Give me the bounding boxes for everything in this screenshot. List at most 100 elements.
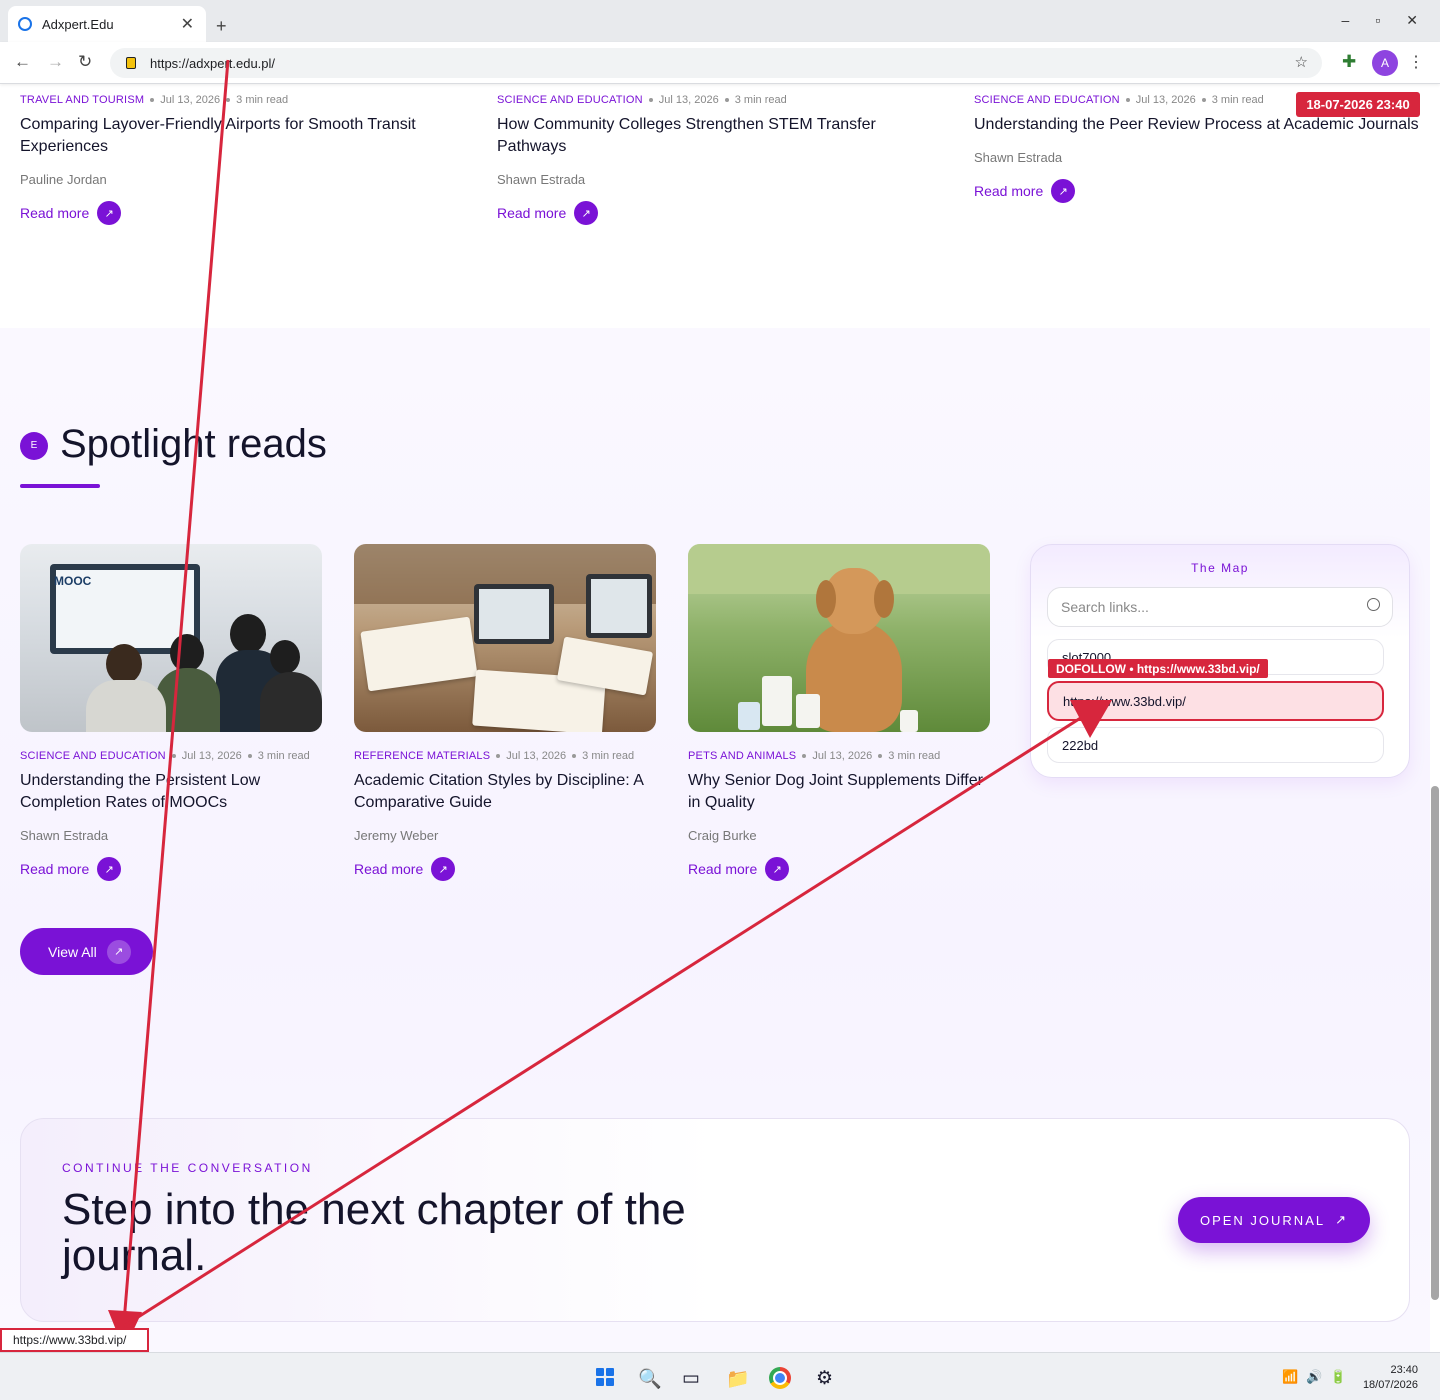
view-all-label: View All (48, 943, 97, 960)
task-view-icon[interactable]: ▭ (682, 1367, 700, 1390)
article-author: Shawn Estrada (497, 172, 586, 187)
chrome-icon[interactable] (769, 1367, 791, 1389)
folder-icon[interactable]: 📁 (726, 1367, 750, 1391)
category-link[interactable]: PETS AND ANIMALS (688, 750, 796, 762)
meta-separator (496, 754, 501, 758)
lock-icon[interactable] (126, 57, 136, 69)
article-date: Jul 13, 2026 (1135, 94, 1196, 106)
category-link[interactable]: REFERENCE MATERIALS (354, 750, 490, 762)
browser-toolbar: ← → ↻ https://adxpert.edu.pl/ ☆ ✚ A ⋮ (0, 42, 1440, 84)
search-icon[interactable]: 🔍 (638, 1367, 662, 1391)
meta-separator (226, 98, 231, 102)
article-title[interactable]: Understanding the Persistent Low Complet… (20, 770, 322, 814)
spotlight-card: PETS AND ANIMALS Jul 13, 2026 3 min read… (688, 544, 990, 881)
network-icon[interactable]: 📶 (1282, 1369, 1298, 1385)
article-meta: REFERENCE MATERIALS Jul 13, 2026 3 min r… (354, 750, 656, 762)
read-time: 3 min read (582, 750, 635, 762)
category-link[interactable]: SCIENCE AND EDUCATION (20, 750, 166, 762)
clock[interactable]: 23:40 18/07/2026 (1363, 1363, 1418, 1393)
article-author: Jeremy Weber (354, 828, 439, 843)
battery-icon[interactable]: 🔋 (1330, 1369, 1346, 1385)
books-laptops-image[interactable] (354, 544, 656, 732)
article-date: Jul 13, 2026 (658, 94, 719, 106)
read-more-label: Read more (497, 205, 567, 221)
close-tab-icon[interactable]: ✕ (181, 14, 194, 34)
article-title[interactable]: How Community Colleges Strengthen STEM T… (497, 114, 937, 158)
read-time: 3 min read (734, 94, 787, 106)
golden-retriever-image[interactable] (688, 544, 990, 732)
search-icon[interactable] (1367, 598, 1380, 611)
profile-avatar[interactable]: A (1372, 50, 1398, 76)
clock-date: 18/07/2026 (1362, 1379, 1418, 1391)
section-title: Spotlight reads (60, 422, 327, 466)
read-more-label: Read more (974, 183, 1044, 199)
article-title[interactable]: Understanding the Peer Review Process at… (974, 114, 1424, 136)
read-more-link[interactable]: Read more ↗ (688, 857, 990, 881)
page-scrollbar[interactable] (1431, 786, 1439, 1300)
back-button[interactable]: ← (14, 52, 31, 72)
article-author: Craig Burke (688, 828, 757, 843)
new-tab-button[interactable]: + (216, 16, 227, 37)
section-badge: E (20, 432, 48, 460)
volume-icon[interactable]: 🔊 (1306, 1369, 1322, 1385)
map-link-item[interactable]: 222bd (1047, 727, 1384, 763)
clock-time: 23:40 (1390, 1364, 1418, 1376)
extension-puzzle-icon[interactable]: ✚ (1342, 52, 1356, 72)
bookmark-star-icon[interactable]: ☆ (1295, 53, 1308, 71)
reload-button[interactable]: ↻ (78, 52, 92, 72)
article-meta: TRAVEL AND TOURISM Jul 13, 2026 3 min re… (20, 94, 460, 106)
address-bar[interactable]: https://adxpert.edu.pl/ ☆ (110, 48, 1322, 78)
globe-icon (18, 17, 32, 31)
article-title[interactable]: Comparing Layover-Friendly Airports for … (20, 114, 460, 158)
article-date: Jul 13, 2026 (812, 750, 873, 762)
url-text: https://adxpert.edu.pl/ (150, 55, 276, 71)
meta-separator (878, 754, 883, 758)
article-title[interactable]: Why Senior Dog Joint Supplements Differ … (688, 770, 990, 814)
open-journal-label: OPEN JOURNAL (1199, 1212, 1326, 1228)
meta-separator (724, 98, 729, 102)
close-window-button[interactable]: ✕ (1406, 12, 1418, 29)
os-taskbar: 🔍 ▭ 📁 ⚙ 📶 🔊 🔋 23:40 18/07/2026 (0, 1352, 1440, 1400)
arrow-up-right-icon: ↗ (431, 857, 456, 881)
read-more-label: Read more (688, 861, 758, 877)
dofollow-label: DOFOLLOW • https://www.33bd.vip/ (1048, 659, 1268, 678)
status-bar-url: https://www.33bd.vip/ (0, 1328, 149, 1352)
read-more-link[interactable]: Read more ↗ (974, 179, 1424, 203)
arrow-up-right-icon: ↗ (574, 201, 599, 225)
link-search-input[interactable]: Search links... (1047, 587, 1393, 627)
read-more-link[interactable]: Read more ↗ (354, 857, 656, 881)
forward-button[interactable]: → (47, 52, 64, 72)
arrow-up-right-icon: ↗ (97, 201, 122, 225)
widget-title: The Map (1191, 561, 1249, 575)
spotlight-card: MOOC SCIENCE AND EDUCATION Jul 13, 2026 … (20, 544, 322, 881)
windows-start-icon[interactable] (596, 1368, 614, 1386)
spotlight-card: REFERENCE MATERIALS Jul 13, 2026 3 min r… (354, 544, 656, 881)
cta-banner: CONTINUE THE CONVERSATION Step into the … (20, 1118, 1410, 1322)
read-more-link[interactable]: Read more ↗ (20, 857, 322, 881)
minimize-button[interactable]: – (1342, 12, 1350, 29)
article-title[interactable]: Academic Citation Styles by Discipline: … (354, 770, 656, 814)
open-journal-button[interactable]: OPEN JOURNAL ↗ (1178, 1197, 1370, 1243)
mooc-classroom-image[interactable]: MOOC (20, 544, 322, 732)
read-more-label: Read more (354, 861, 424, 877)
maximize-button[interactable]: ▫ (1375, 12, 1380, 29)
browser-menu-icon[interactable]: ⋮ (1408, 52, 1424, 72)
system-tray: 📶 🔊 🔋 (1282, 1369, 1347, 1385)
arrow-up-right-icon: ↗ (1335, 1212, 1349, 1227)
arrow-up-right-icon: ↗ (97, 857, 122, 881)
view-all-button[interactable]: View All ↗ (20, 928, 153, 975)
browser-tab-bar: Adxpert.Edu ✕ + – ▫ ✕ (0, 0, 1440, 42)
read-more-link[interactable]: Read more ↗ (20, 201, 460, 225)
timestamp-badge: 18-07-2026 23:40 (1296, 92, 1420, 117)
read-more-label: Read more (20, 861, 90, 877)
category-link[interactable]: SCIENCE AND EDUCATION (974, 94, 1120, 106)
read-more-link[interactable]: Read more ↗ (497, 201, 937, 225)
title-underline (20, 484, 100, 488)
settings-gear-icon[interactable]: ⚙ (816, 1367, 833, 1390)
map-link-item-highlighted[interactable]: https://www.33bd.vip/ (1047, 681, 1384, 721)
article-author: Shawn Estrada (20, 828, 109, 843)
category-link[interactable]: TRAVEL AND TOURISM (20, 94, 144, 106)
category-link[interactable]: SCIENCE AND EDUCATION (497, 94, 643, 106)
browser-tab[interactable]: Adxpert.Edu ✕ (8, 6, 206, 42)
latest-articles-section: TRAVEL AND TOURISM Jul 13, 2026 3 min re… (0, 84, 1430, 328)
